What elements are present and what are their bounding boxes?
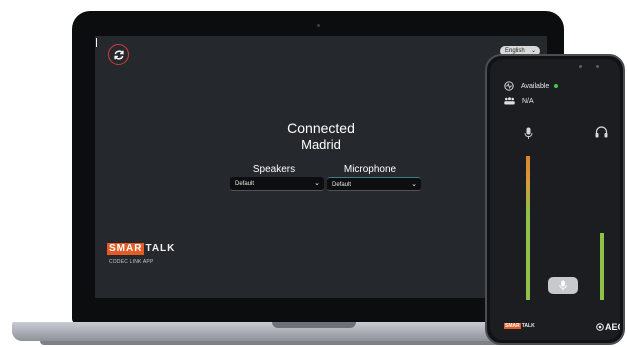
logo-tagline: CODEC LINK APP <box>109 259 154 265</box>
activity-icon <box>504 81 514 91</box>
smartalk-logo-mobile: SMAR TALK <box>504 323 535 329</box>
desktop-app-window: English ⌄ Connected Madrid Speakers Micr… <box>95 36 547 298</box>
output-level-meter <box>600 233 604 300</box>
availability-text: Available <box>521 82 550 90</box>
microphone-value: Default <box>332 182 352 188</box>
availability-row: Available <box>504 81 559 91</box>
aeo-logo: AEO <box>596 322 620 332</box>
phone-sensor <box>579 65 582 68</box>
users-icon <box>504 97 515 105</box>
speakers-label: Speakers <box>252 164 296 175</box>
chevron-down-icon: ⌄ <box>314 180 320 187</box>
refresh-icon <box>113 49 124 60</box>
participants-row: N/A <box>504 96 534 106</box>
phone-camera <box>596 65 599 68</box>
headphones-icon <box>595 126 608 138</box>
speakers-value: Default <box>235 181 255 187</box>
laptop-hinge-notch <box>272 322 356 328</box>
connection-status: Connected <box>287 120 355 136</box>
microphone-icon <box>559 280 567 291</box>
microphone-icon <box>524 127 533 139</box>
connection-location: Madrid <box>301 137 341 152</box>
refresh-button[interactable] <box>108 44 129 65</box>
aeo-text: AEO <box>605 322 620 332</box>
available-indicator <box>554 84 559 88</box>
logo-talk: TALK <box>145 243 176 254</box>
smartalk-logo: SMAR TALK <box>107 243 175 255</box>
phone-frame: Available N/A SMAR TALK AE <box>485 54 625 345</box>
text-cursor <box>96 38 97 47</box>
logo-smar: SMAR <box>504 323 521 329</box>
input-level-meter <box>526 156 530 300</box>
logo-smar: SMAR <box>107 243 145 255</box>
mobile-app-screen: Available N/A SMAR TALK AE <box>490 59 620 340</box>
speakers-select[interactable]: Default ⌄ <box>230 177 324 191</box>
chevron-down-icon: ⌄ <box>411 181 417 188</box>
participants-text: N/A <box>522 97 534 105</box>
microphone-select[interactable]: Default ⌄ <box>327 177 421 191</box>
aeo-mark-icon <box>596 323 604 331</box>
mic-toggle-button[interactable] <box>548 277 578 294</box>
logo-talk: TALK <box>521 323 535 329</box>
microphone-label: Microphone <box>343 164 397 175</box>
camera-dot <box>317 24 320 27</box>
